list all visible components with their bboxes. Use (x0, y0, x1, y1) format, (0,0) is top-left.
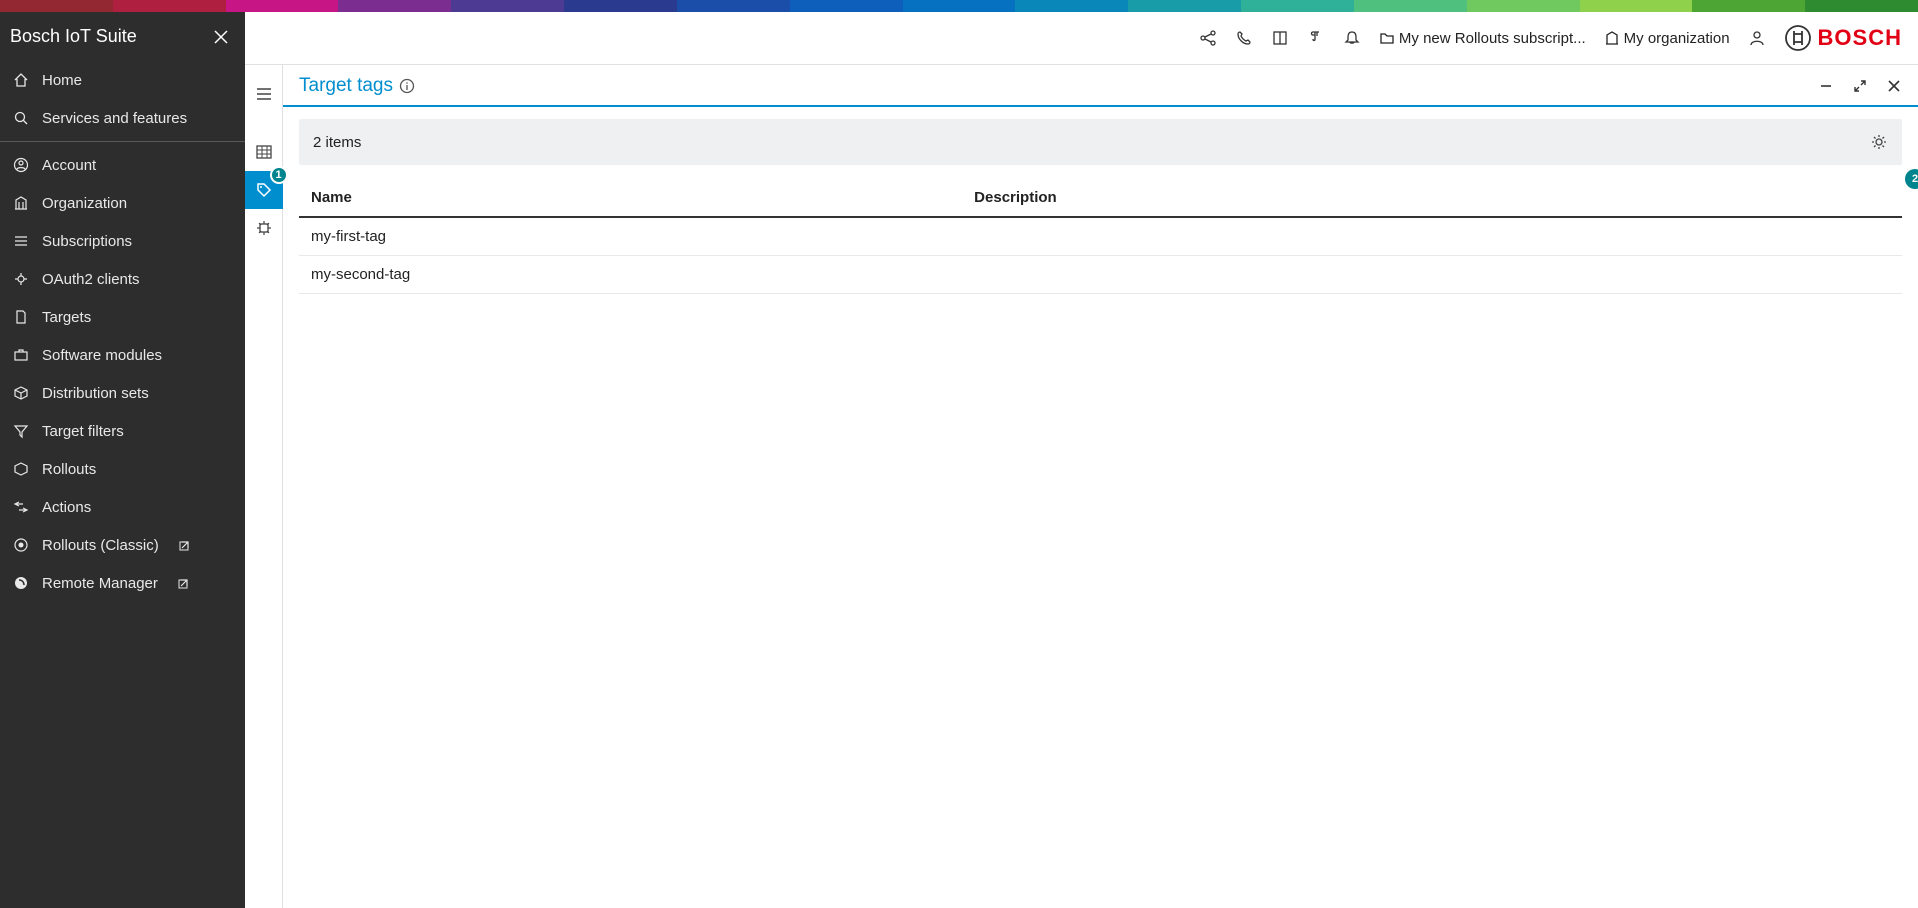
rail-chip-button[interactable] (245, 209, 283, 247)
sidebar-item-label: Subscriptions (42, 233, 132, 250)
items-count-bar: 2 items (299, 119, 1902, 165)
sidebar-item-label: Remote Manager (42, 575, 158, 592)
tags-table: Name Description my-first-tag my-second-… (299, 179, 1902, 294)
sidebar-item-label: Distribution sets (42, 385, 149, 402)
bell-icon[interactable] (1343, 29, 1361, 47)
sidebar-item-label: Rollouts (Classic) (42, 537, 159, 554)
sidebar-item-label: Actions (42, 499, 91, 516)
gear-icon (1870, 133, 1888, 151)
sidebar-close-button[interactable] (213, 29, 229, 45)
sidebar-divider (0, 141, 245, 142)
cell-name: my-first-tag (311, 228, 974, 245)
panel-title: Target tags (299, 75, 393, 97)
sidebar-item-label: Services and features (42, 110, 187, 127)
organization-label: My organization (1624, 30, 1730, 47)
key-icon (12, 270, 30, 288)
external-link-icon (178, 577, 190, 589)
column-header-description[interactable]: Description (974, 189, 1890, 206)
info-icon[interactable] (399, 78, 415, 94)
sidebar-item-distribution-sets[interactable]: Distribution sets (0, 374, 245, 412)
sidebar-item-account[interactable]: Account (0, 146, 245, 184)
sidebar-title: Bosch IoT Suite (10, 26, 137, 47)
folder-icon (1379, 30, 1395, 46)
topbar: My new Rollouts subscript... My organiza… (245, 12, 1918, 65)
home-icon (12, 71, 30, 89)
sidebar-item-label: OAuth2 clients (42, 271, 140, 288)
table-settings-button[interactable] (1870, 133, 1888, 151)
subscription-link[interactable]: My new Rollouts subscript... (1379, 30, 1586, 47)
secondary-rail: 1 (245, 65, 283, 908)
target-tags-panel: Target tags 2 items (283, 65, 1918, 908)
sidebar-item-services[interactable]: Services and features (0, 99, 245, 137)
sidebar-item-subscriptions[interactable]: Subscriptions (0, 222, 245, 260)
sidebar-item-organization[interactable]: Organization (0, 184, 245, 222)
external-link-icon (179, 539, 191, 551)
rail-hamburger-button[interactable] (245, 75, 283, 113)
sidebar-item-target-filters[interactable]: Target filters (0, 412, 245, 450)
book-icon[interactable] (1271, 29, 1289, 47)
tag-icon (255, 181, 273, 199)
organization-icon (12, 194, 30, 212)
sidebar-item-label: Account (42, 157, 96, 174)
building-icon (1604, 30, 1620, 46)
close-icon (213, 29, 229, 45)
rollout-icon (12, 460, 30, 478)
file-icon (12, 308, 30, 326)
bosch-anchor-icon (1784, 24, 1812, 52)
cell-name: my-second-tag (311, 266, 974, 283)
cell-description (974, 228, 1890, 245)
sidebar-item-label: Organization (42, 195, 127, 212)
sidebar-item-rollouts-classic[interactable]: Rollouts (Classic) (0, 526, 245, 564)
sidebar-item-rollouts[interactable]: Rollouts (0, 450, 245, 488)
profile-icon[interactable] (1748, 29, 1766, 47)
briefcase-icon (12, 346, 30, 364)
sidebar-item-label: Software modules (42, 347, 162, 364)
brand-rainbow-bar (0, 0, 1918, 12)
close-panel-button[interactable] (1886, 78, 1902, 94)
table-header: Name Description (299, 179, 1902, 218)
expand-button[interactable] (1852, 78, 1868, 94)
actions-icon (12, 498, 30, 516)
user-icon (12, 156, 30, 174)
sidebar-item-targets[interactable]: Targets (0, 298, 245, 336)
items-count: 2 items (313, 134, 361, 151)
sidebar-item-home[interactable]: Home (0, 61, 245, 99)
search-icon (12, 109, 30, 127)
hamburger-icon (255, 85, 273, 103)
sidebar-item-label: Home (42, 72, 82, 89)
rail-tags-button[interactable]: 1 (245, 171, 283, 209)
paragraph-icon[interactable] (1307, 29, 1325, 47)
chip-icon (255, 219, 273, 237)
phone-icon[interactable] (1235, 29, 1253, 47)
bosch-logo: BOSCH (1784, 24, 1902, 52)
column-header-name[interactable]: Name (311, 189, 974, 206)
filter-icon (12, 422, 30, 440)
table-row[interactable]: my-first-tag (299, 218, 1902, 256)
remote-manager-icon (12, 574, 30, 592)
table-icon (255, 143, 273, 161)
organization-link[interactable]: My organization (1604, 30, 1730, 47)
list-icon (12, 232, 30, 250)
subscription-label: My new Rollouts subscript... (1399, 30, 1586, 47)
table-row[interactable]: my-second-tag (299, 256, 1902, 294)
minimize-button[interactable] (1818, 78, 1834, 94)
primary-sidebar: Bosch IoT Suite Home Services and featur… (0, 12, 245, 908)
share-icon[interactable] (1199, 29, 1217, 47)
package-icon (12, 384, 30, 402)
sidebar-item-label: Targets (42, 309, 91, 326)
panel-badge-2: 2 (1905, 169, 1918, 189)
sidebar-item-label: Rollouts (42, 461, 96, 478)
cell-description (974, 266, 1890, 283)
sidebar-item-software-modules[interactable]: Software modules (0, 336, 245, 374)
bosch-wordmark: BOSCH (1818, 25, 1902, 51)
rollouts-classic-icon (12, 536, 30, 554)
sidebar-item-label: Target filters (42, 423, 124, 440)
sidebar-item-oauth[interactable]: OAuth2 clients (0, 260, 245, 298)
sidebar-item-actions[interactable]: Actions (0, 488, 245, 526)
sidebar-item-remote-manager[interactable]: Remote Manager (0, 564, 245, 602)
